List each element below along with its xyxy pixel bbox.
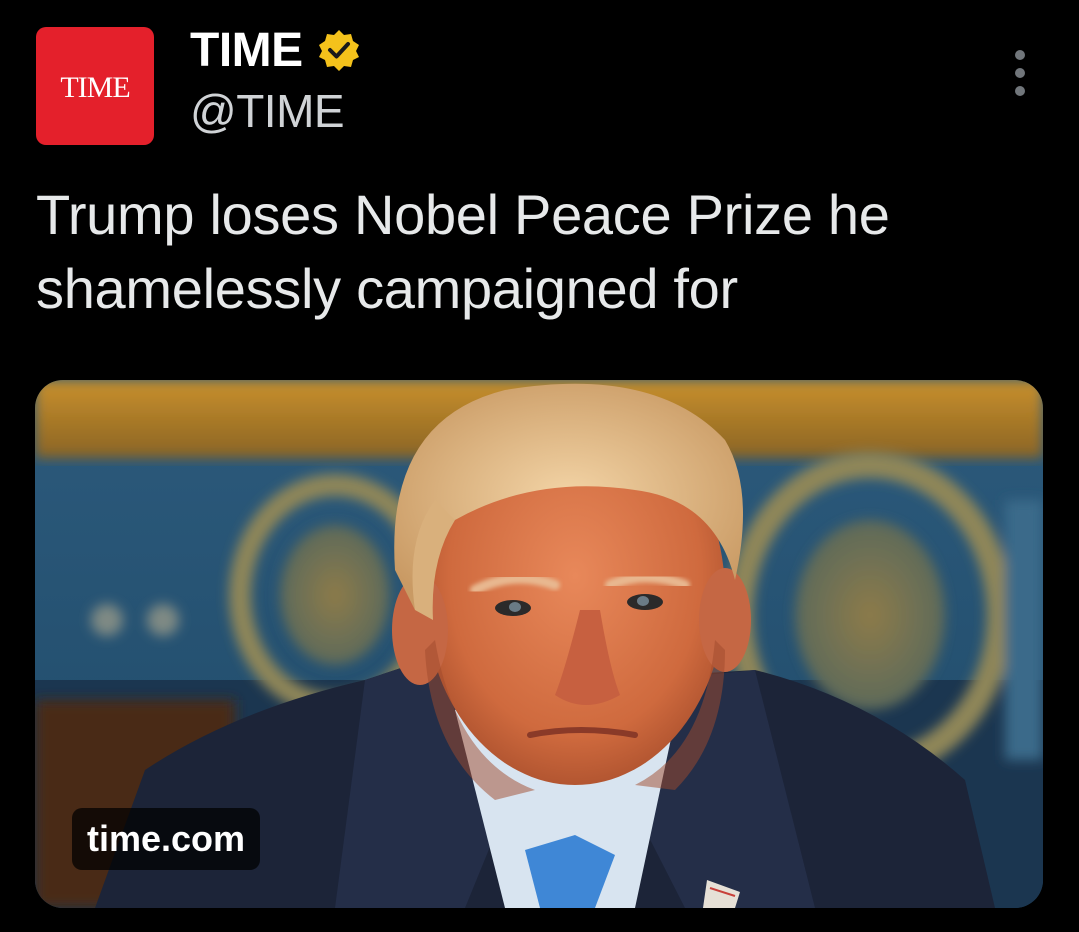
account-handle[interactable]: @TIME [190,84,345,138]
more-vertical-icon [1015,50,1025,60]
more-options-button[interactable] [1000,50,1040,96]
more-vertical-icon-dot [1015,68,1025,78]
link-domain-label[interactable]: time.com [72,808,261,870]
avatar[interactable]: TIME [36,27,154,145]
verified-badge-icon [317,28,361,72]
avatar-logo-text: TIME [60,71,130,104]
author-name-row: TIME [190,22,361,78]
display-name[interactable]: TIME [190,23,303,78]
link-card-image[interactable]: time.com [35,380,1043,908]
more-vertical-icon-dot [1015,86,1025,96]
post-text: Trump loses Nobel Peace Prize he shamele… [36,183,890,320]
